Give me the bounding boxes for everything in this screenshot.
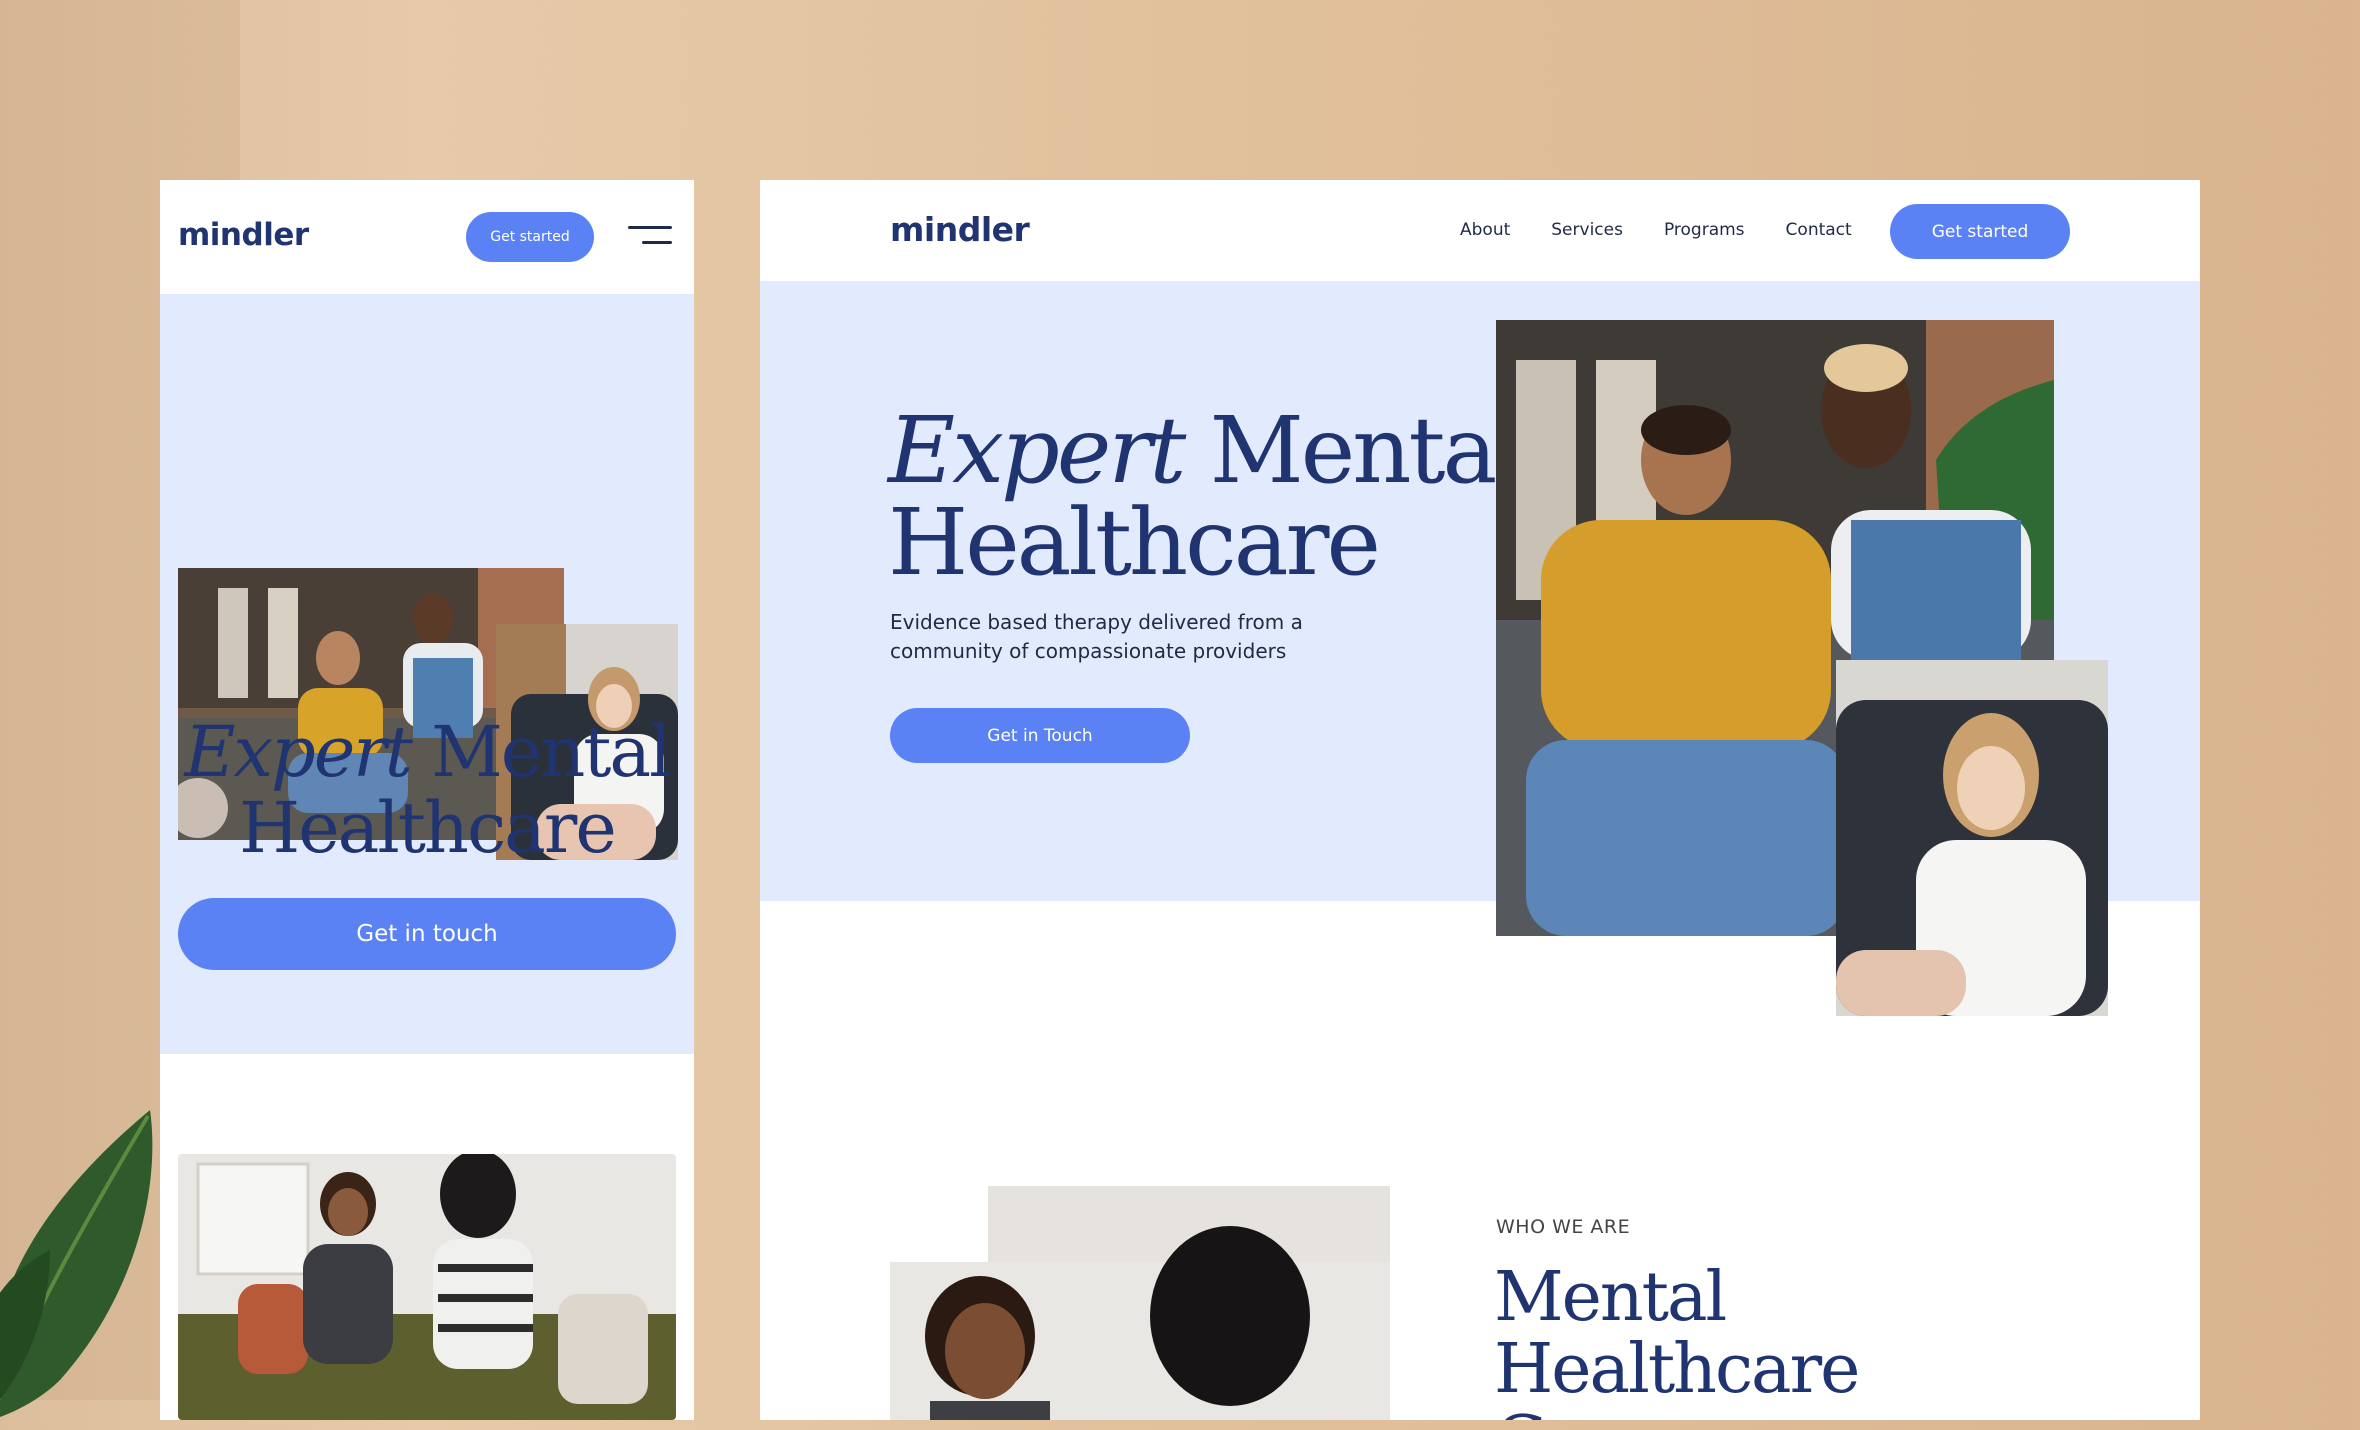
mobile-hero-title-line2: Healthcare: [239, 787, 617, 869]
desktop-hero-title: Expert Mental Healthcare: [888, 405, 1524, 589]
desktop-hero-title-line2: Healthcare: [888, 489, 1381, 596]
desktop-header: mindler About Services Programs Contact …: [760, 180, 2200, 281]
nav-link-about[interactable]: About: [1460, 220, 1510, 240]
mobile-get-in-touch-button[interactable]: Get in touch: [178, 898, 676, 970]
mobile-hero-title-italic: Expert: [184, 711, 412, 793]
desktop-logo[interactable]: mindler: [890, 210, 1030, 249]
desktop-get-in-touch-button[interactable]: Get in Touch: [890, 708, 1190, 763]
desktop-hero-title-italic: Expert: [888, 397, 1186, 504]
desktop-get-started-button[interactable]: Get started: [1890, 204, 2070, 259]
hamburger-menu-icon[interactable]: [628, 224, 672, 248]
desktop-hero-subtitle: Evidence based therapy delivered from a …: [890, 610, 1303, 663]
mobile-hero: Expert Mental Healthcare Get in touch: [160, 294, 694, 1054]
mobile-logo[interactable]: mindler: [178, 217, 309, 253]
nav-link-contact[interactable]: Contact: [1786, 220, 1852, 240]
desktop-frame: mindler About Services Programs Contact …: [760, 180, 2200, 1420]
about-eyebrow: WHO WE ARE: [1496, 1216, 1631, 1238]
mobile-hero-title: Expert Mental Healthcare: [160, 714, 694, 866]
mobile-get-started-button[interactable]: Get started: [466, 212, 594, 262]
mobile-counseling-photo: [178, 1154, 676, 1420]
desktop-hero-woman-photo: [1836, 660, 2108, 1016]
mobile-hero-title-rest: Mental: [410, 711, 671, 793]
mobile-header: mindler Get started: [160, 180, 694, 294]
mobile-frame: mindler Get started Expert Mental Health…: [160, 180, 694, 1420]
desktop-about-photo: [890, 1186, 1390, 1420]
about-title: Mental Healthcare Group: [1494, 1258, 1860, 1421]
plant-leaf: [0, 1110, 153, 1417]
desktop-hero-title-rest: Mental: [1183, 397, 1524, 504]
nav-link-programs[interactable]: Programs: [1664, 220, 1745, 240]
desktop-nav: About Services Programs Contact: [1460, 220, 1852, 240]
nav-link-services[interactable]: Services: [1551, 220, 1623, 240]
